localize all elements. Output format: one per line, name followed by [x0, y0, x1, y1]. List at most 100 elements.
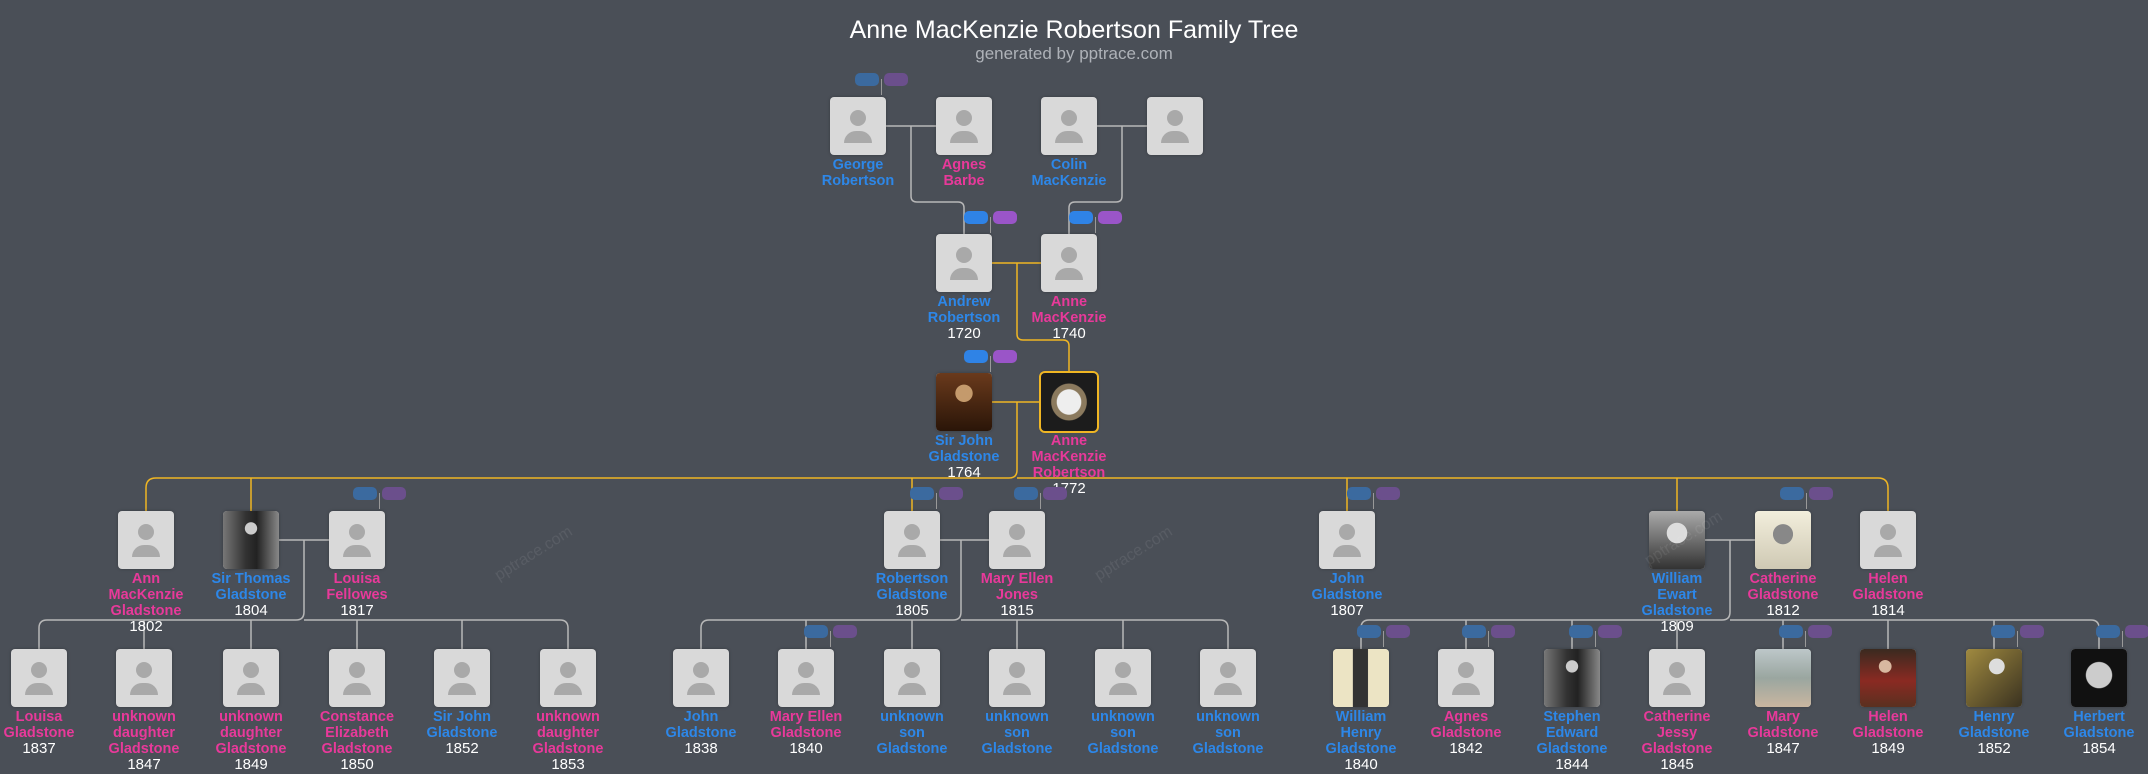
father-link-button[interactable] [1569, 625, 1593, 638]
person-label[interactable]: William Ewart Gladstone 1809 [1617, 571, 1737, 635]
person-label[interactable]: Helen Gladstone 1814 [1828, 571, 1948, 619]
person-card[interactable] [1438, 649, 1494, 707]
person-label[interactable]: Sir John Gladstone 1852 [402, 709, 522, 757]
person-card[interactable] [1860, 649, 1916, 707]
mother-link-button[interactable] [1808, 625, 1832, 638]
person-card[interactable] [1319, 511, 1375, 569]
person-label[interactable]: George Robertson [798, 157, 918, 189]
mother-link-button[interactable] [1598, 625, 1622, 638]
person-card[interactable] [223, 511, 279, 569]
person-card[interactable] [329, 511, 385, 569]
person-label[interactable]: Mary Gladstone 1847 [1723, 709, 1843, 757]
father-link-button[interactable] [1069, 211, 1093, 224]
mother-link-button[interactable] [993, 350, 1017, 363]
person-card[interactable] [1041, 97, 1097, 155]
mother-link-button[interactable] [939, 487, 963, 500]
mother-link-button[interactable] [1491, 625, 1515, 638]
person-label[interactable]: Mary Ellen Gladstone 1840 [746, 709, 866, 757]
person-label[interactable]: Mary Ellen Jones 1815 [957, 571, 1077, 619]
father-link-button[interactable] [1991, 625, 2015, 638]
person-card[interactable] [1039, 371, 1099, 433]
person-label[interactable]: John Gladstone 1838 [641, 709, 761, 757]
person-card[interactable] [434, 649, 490, 707]
person-label[interactable]: unknown daughter Gladstone 1849 [191, 709, 311, 773]
father-link-button[interactable] [1357, 625, 1381, 638]
father-link-button[interactable] [964, 211, 988, 224]
person-label[interactable]: Colin MacKenzie [1009, 157, 1129, 189]
person-card[interactable] [1860, 511, 1916, 569]
person-label[interactable]: Ann MacKenzie Gladstone 1802 [86, 571, 206, 635]
person-label[interactable]: Andrew Robertson 1720 [904, 294, 1024, 342]
person-card[interactable] [1966, 649, 2022, 707]
person-label[interactable]: John Gladstone 1807 [1287, 571, 1407, 619]
person-card[interactable] [1041, 234, 1097, 292]
person-card[interactable] [673, 649, 729, 707]
person-card[interactable] [1649, 649, 1705, 707]
person-card[interactable] [540, 649, 596, 707]
person-card[interactable] [11, 649, 67, 707]
person-label[interactable]: unknown son Gladstone [957, 709, 1077, 757]
father-link-button[interactable] [1347, 487, 1371, 500]
mother-link-button[interactable] [1809, 487, 1833, 500]
person-card[interactable] [936, 97, 992, 155]
person-label[interactable]: Helen Gladstone 1849 [1828, 709, 1948, 757]
person-label[interactable]: Anne MacKenzie 1740 [1009, 294, 1129, 342]
person-label[interactable]: Catherine Jessy Gladstone 1845 [1617, 709, 1737, 773]
person-label[interactable]: Henry Gladstone 1852 [1934, 709, 2054, 757]
person-card[interactable] [884, 649, 940, 707]
father-link-button[interactable] [855, 73, 879, 86]
person-card[interactable] [884, 511, 940, 569]
person-card[interactable] [329, 649, 385, 707]
person-card[interactable] [1544, 649, 1600, 707]
mother-link-button[interactable] [2020, 625, 2044, 638]
person-label[interactable]: Sir Thomas Gladstone 1804 [191, 571, 311, 619]
person-label[interactable]: Stephen Edward Gladstone 1844 [1512, 709, 1632, 773]
person-card[interactable] [1755, 649, 1811, 707]
person-card[interactable] [1755, 511, 1811, 569]
person-card[interactable] [778, 649, 834, 707]
person-card[interactable] [118, 511, 174, 569]
father-link-button[interactable] [1779, 625, 1803, 638]
person-card[interactable] [1333, 649, 1389, 707]
father-link-button[interactable] [804, 625, 828, 638]
person-card[interactable] [2071, 649, 2127, 707]
person-label[interactable]: unknown daughter Gladstone 1853 [508, 709, 628, 773]
person-label[interactable]: Agnes Gladstone 1842 [1406, 709, 1526, 757]
mother-link-button[interactable] [1376, 487, 1400, 500]
person-card[interactable] [989, 649, 1045, 707]
mother-link-button[interactable] [833, 625, 857, 638]
father-link-button[interactable] [964, 350, 988, 363]
person-card[interactable] [1200, 649, 1256, 707]
person-label[interactable]: Robertson Gladstone 1805 [852, 571, 972, 619]
mother-link-button[interactable] [382, 487, 406, 500]
person-label[interactable]: Agnes Barbe [904, 157, 1024, 189]
person-card[interactable] [116, 649, 172, 707]
person-label[interactable]: William Henry Gladstone 1840 [1301, 709, 1421, 773]
father-link-button[interactable] [353, 487, 377, 500]
mother-link-button[interactable] [1098, 211, 1122, 224]
father-link-button[interactable] [1780, 487, 1804, 500]
person-label[interactable]: Constance Elizabeth Gladstone 1850 [297, 709, 417, 773]
person-label[interactable]: unknown daughter Gladstone 1847 [84, 709, 204, 773]
father-link-button[interactable] [2096, 625, 2120, 638]
person-label[interactable]: unknown son Gladstone [852, 709, 972, 757]
person-card[interactable] [830, 97, 886, 155]
person-label[interactable]: Sir John Gladstone 1764 [904, 433, 1024, 481]
person-label[interactable]: unknown son Gladstone [1063, 709, 1183, 757]
father-link-button[interactable] [910, 487, 934, 500]
person-label[interactable]: unknown son Gladstone [1168, 709, 1288, 757]
person-label[interactable]: Catherine Gladstone 1812 [1723, 571, 1843, 619]
mother-link-button[interactable] [2125, 625, 2148, 638]
father-link-button[interactable] [1014, 487, 1038, 500]
person-card[interactable] [936, 373, 992, 431]
person-card[interactable] [1095, 649, 1151, 707]
person-label[interactable]: Louisa Fellowes 1817 [297, 571, 417, 619]
person-card[interactable] [989, 511, 1045, 569]
person-card[interactable] [936, 234, 992, 292]
father-link-button[interactable] [1462, 625, 1486, 638]
person-card[interactable] [1147, 97, 1203, 155]
person-card[interactable] [223, 649, 279, 707]
mother-link-button[interactable] [884, 73, 908, 86]
person-label[interactable]: Herbert Gladstone 1854 [2039, 709, 2148, 757]
mother-link-button[interactable] [1386, 625, 1410, 638]
